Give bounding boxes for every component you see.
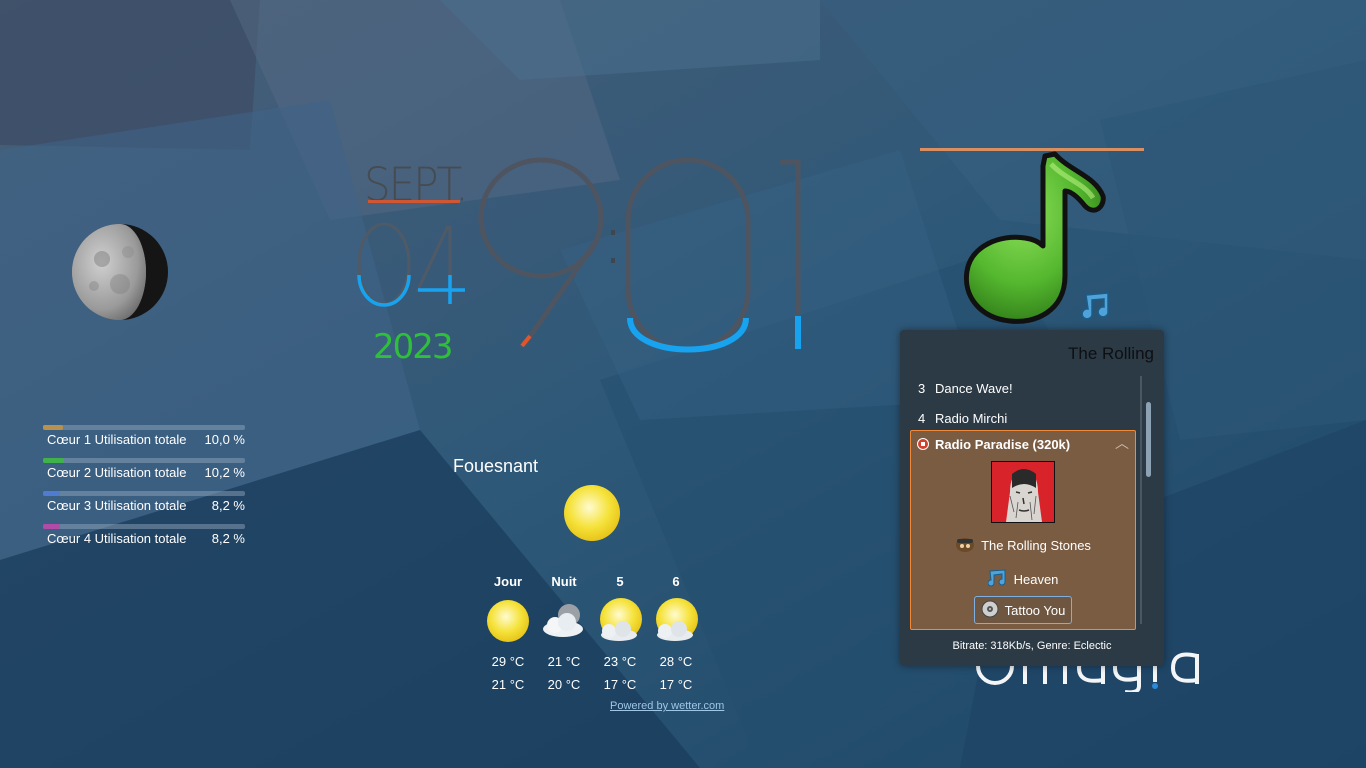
cpu-core-bar	[43, 524, 60, 529]
album-name: Tattoo You	[1004, 602, 1066, 618]
list-item[interactable]: 3 Dance Wave!	[910, 374, 1140, 404]
night-cloud-icon	[536, 592, 592, 650]
album-cover	[991, 461, 1055, 523]
cpu-core-label: Cœur 3 Utilisation totale	[47, 498, 187, 513]
forecast-column: Jour 29 °C 21 °C	[480, 574, 536, 696]
clock-minute-digit	[625, 157, 751, 353]
forecast-high: 29 °C	[491, 654, 525, 669]
station-list: 3 Dance Wave! 4 Radio Mirchi	[910, 374, 1140, 434]
track-name: Heaven	[1013, 572, 1059, 587]
powered-by-link[interactable]: Powered by wetter.com	[610, 700, 724, 712]
forecast-header: 6	[672, 574, 680, 589]
partly-cloudy-icon	[648, 592, 704, 650]
cpu-core-row: Cœur 1 Utilisation totale 10,0 %	[43, 424, 245, 457]
bitrate-info: Bitrate: 318Kb/s, Genre: Eclectic	[952, 640, 1112, 652]
forecast-column: 5 23 °C 17 °C	[592, 574, 648, 696]
clock-colon	[611, 230, 615, 263]
chevron-up-icon[interactable]: ︿	[1115, 433, 1129, 453]
forecast-header: Jour	[493, 574, 523, 589]
station-name: Dance Wave!	[935, 381, 1013, 396]
forecast-low: 21 °C	[491, 677, 525, 692]
forecast-high: 21 °C	[547, 654, 581, 669]
cpu-core-value: 10,2 %	[204, 465, 245, 480]
forecast-header: 5	[616, 574, 624, 589]
stop-icon[interactable]	[917, 438, 929, 450]
now-playing-title: The Rolling	[1068, 344, 1154, 363]
track-row: Heaven	[911, 569, 1135, 590]
moon-phase-icon	[72, 224, 168, 320]
cpu-core-label: Cœur 4 Utilisation totale	[47, 531, 187, 546]
clock-minute-digit	[780, 159, 801, 349]
radio-player-panel: The Rolling 3 Dance Wave! 4 Radio Mirchi…	[900, 330, 1164, 666]
artist-row: The Rolling Stones	[911, 535, 1135, 556]
list-item-expanded[interactable]: Radio Paradise (320k) ︿ The Rolling Ston…	[910, 430, 1136, 630]
cpu-core-value: 8,2 %	[211, 498, 245, 513]
scrollbar-thumb[interactable]	[1146, 402, 1151, 477]
cpu-core-bar	[43, 458, 64, 463]
forecast-high: 28 °C	[659, 654, 693, 669]
artist-name: The Rolling Stones	[981, 538, 1091, 553]
forecast-low: 20 °C	[547, 677, 581, 692]
cpu-core-bar	[43, 491, 60, 496]
album-button[interactable]: Tattoo You	[974, 596, 1072, 624]
partly-cloudy-icon	[592, 592, 648, 650]
forecast-high: 23 °C	[603, 654, 637, 669]
cpu-core-row: Cœur 3 Utilisation totale 8,2 %	[43, 490, 245, 523]
forecast-low: 17 °C	[603, 677, 637, 692]
music-note-icon	[987, 569, 1008, 590]
cpu-core-label: Cœur 2 Utilisation totale	[47, 465, 187, 480]
station-number: 3	[918, 381, 926, 396]
cpu-core-label: Cœur 1 Utilisation totale	[47, 432, 187, 447]
scrollbar-track[interactable]	[1140, 376, 1142, 624]
forecast-low: 17 °C	[659, 677, 693, 692]
cpu-usage-widget: Cœur 1 Utilisation totale 10,0 % Cœur 2 …	[43, 424, 245, 556]
digital-clock	[357, 157, 801, 353]
cpu-core-bar	[43, 425, 63, 430]
station-name: Radio Paradise (320k)	[935, 437, 1071, 452]
sun-icon	[563, 484, 621, 542]
clock-day	[357, 222, 465, 307]
cpu-core-row: Cœur 2 Utilisation totale 10,2 %	[43, 457, 245, 490]
forecast-header: Nuit	[551, 574, 577, 589]
cpu-core-row: Cœur 4 Utilisation totale 8,2 %	[43, 523, 245, 556]
cpu-core-value: 10,0 %	[204, 432, 245, 447]
sun-icon	[480, 592, 536, 650]
forecast-column: Nuit 21 °C 20 °C	[536, 574, 592, 696]
cpu-core-value: 8,2 %	[211, 531, 245, 546]
clock-hour-digit	[478, 157, 604, 347]
cd-icon	[981, 600, 999, 621]
weather-location: Fouesnant	[453, 456, 539, 476]
forecast-column: 6 28 °C 17 °C	[648, 574, 704, 696]
music-note-icon	[1081, 291, 1114, 320]
artist-icon	[955, 535, 975, 556]
